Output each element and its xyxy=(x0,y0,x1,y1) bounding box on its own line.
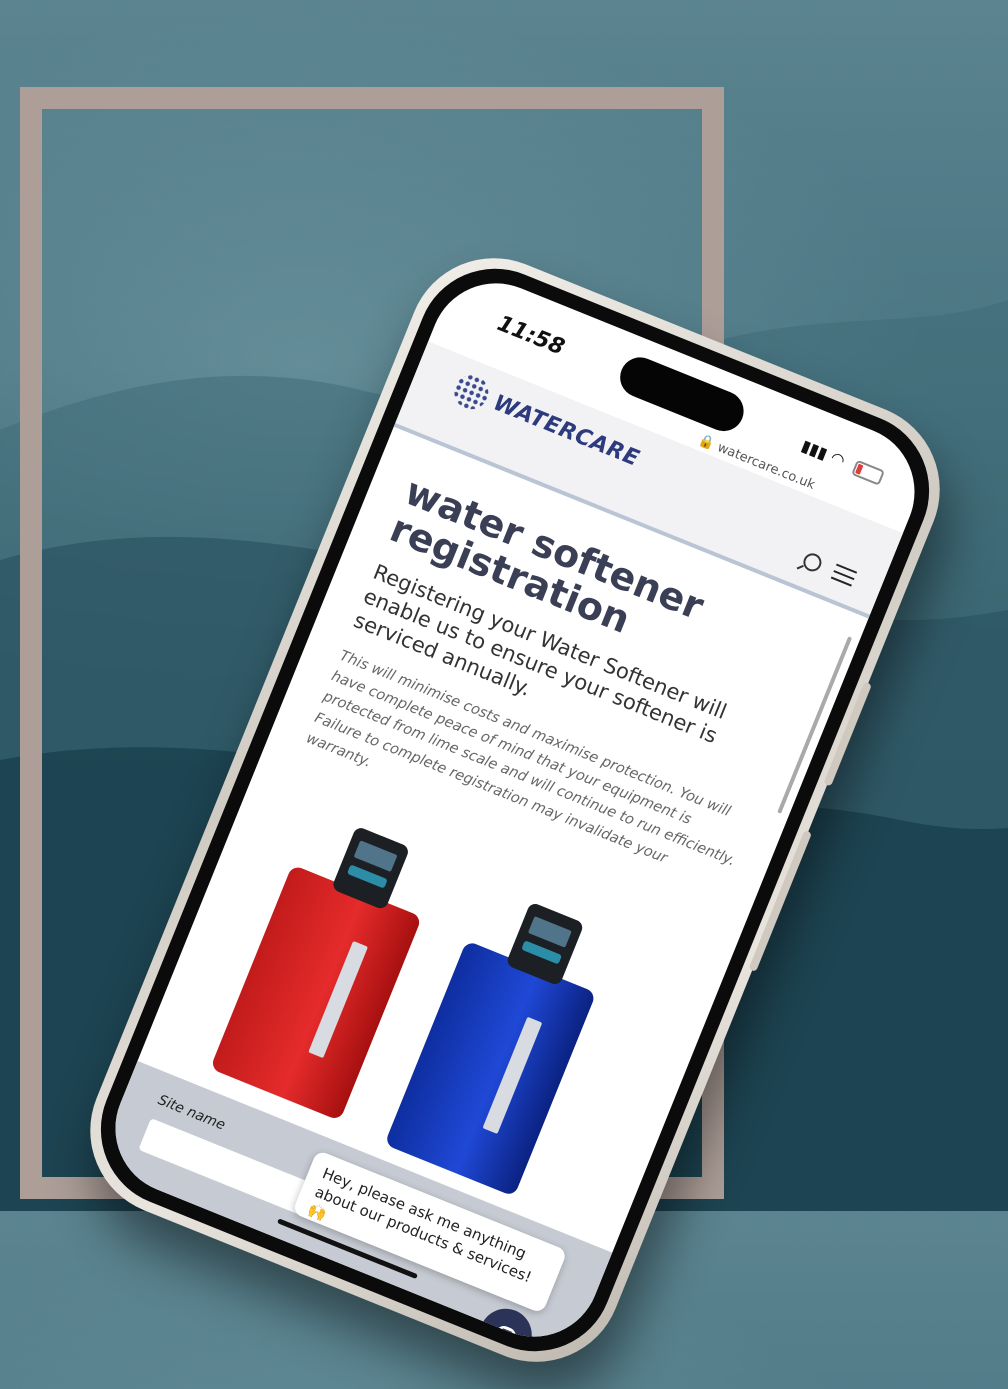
signal-icon: ▮▮▮ xyxy=(798,435,831,464)
control-valve xyxy=(331,825,411,911)
blue-water-softener xyxy=(384,901,597,1197)
header-actions xyxy=(800,550,858,588)
product-label-strip xyxy=(482,1016,543,1134)
red-water-softener xyxy=(209,825,423,1121)
battery-icon xyxy=(851,459,886,486)
search-icon[interactable] xyxy=(800,550,825,575)
watercare-logo-icon xyxy=(449,370,494,415)
product-label-strip xyxy=(308,940,369,1059)
menu-icon[interactable] xyxy=(830,563,858,587)
wifi-icon: ◠ xyxy=(827,447,848,471)
status-time: 11:58 xyxy=(493,311,568,361)
control-valve xyxy=(505,901,585,987)
